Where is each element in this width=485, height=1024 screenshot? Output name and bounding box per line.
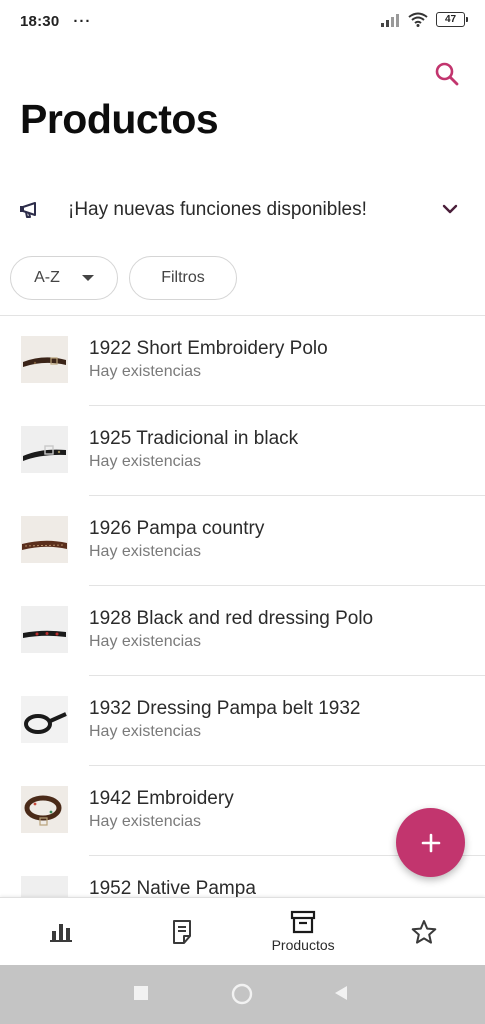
product-item[interactable]: 1932 Dressing Pampa belt 1932 Hay existe…	[0, 676, 485, 766]
nav-item-orders[interactable]	[121, 898, 242, 965]
nav-item-analytics[interactable]	[0, 898, 121, 965]
product-name: 1926 Pampa country	[89, 518, 265, 539]
product-name: 1932 Dressing Pampa belt 1932	[89, 698, 361, 719]
product-thumbnail	[21, 426, 68, 473]
system-navigation-bar	[0, 965, 485, 1024]
status-time: 18:30	[20, 12, 60, 30]
add-product-button[interactable]	[396, 808, 465, 877]
battery-icon: 47	[436, 12, 468, 27]
bar-chart-icon	[49, 923, 72, 942]
product-name: 1942 Embroidery	[89, 788, 234, 809]
product-name: 1952 Native Pampa	[89, 878, 256, 898]
status-more-dots: ···	[73, 12, 92, 30]
caret-down-icon	[81, 275, 94, 281]
home-icon[interactable]	[231, 983, 253, 1005]
wifi-icon	[408, 12, 428, 27]
back-icon[interactable]	[333, 985, 349, 1001]
search-icon	[435, 62, 459, 86]
plus-icon	[421, 833, 440, 852]
signal-icon	[381, 13, 399, 27]
new-features-banner[interactable]: ¡Hay nuevas funciones disponibles!	[0, 188, 485, 232]
product-name: 1925 Tradicional in black	[89, 428, 299, 449]
status-indicators: 47	[380, 12, 468, 27]
sort-chip-label: A-Z	[34, 269, 60, 286]
product-thumbnail	[21, 336, 68, 383]
product-name: 1928 Black and red dressing Polo	[89, 608, 374, 629]
product-thumbnail	[21, 606, 68, 653]
megaphone-icon	[20, 202, 36, 218]
product-stock-status: Hay existencias	[89, 363, 202, 380]
status-bar: 18:30 ··· 47	[0, 0, 485, 42]
product-stock-status: Hay existencias	[89, 543, 202, 560]
archive-box-icon	[291, 910, 316, 934]
nav-label-products: Productos	[271, 937, 335, 953]
product-stock-status: Hay existencias	[89, 813, 202, 830]
battery-level: 47	[444, 14, 457, 25]
chevron-down-icon[interactable]	[441, 200, 459, 218]
product-item[interactable]: 1928 Black and red dressing Polo Hay exi…	[0, 586, 485, 676]
sort-chip[interactable]: A-Z	[10, 256, 118, 300]
search-button[interactable]	[431, 58, 463, 90]
product-thumbnail	[21, 696, 68, 743]
product-name: 1922 Short Embroidery Polo	[89, 338, 328, 359]
nav-item-favorites[interactable]	[364, 898, 485, 965]
product-thumbnail	[21, 876, 68, 898]
bottom-navigation: Productos	[0, 897, 485, 965]
product-list[interactable]: 1922 Short Embroidery Polo Hay existenci…	[0, 316, 485, 898]
star-icon	[412, 919, 437, 944]
filter-chip[interactable]: Filtros	[129, 256, 237, 300]
recents-icon[interactable]	[133, 985, 149, 1001]
page-title: Productos	[20, 96, 219, 142]
product-stock-status: Hay existencias	[89, 453, 202, 470]
product-item[interactable]: 1922 Short Embroidery Polo Hay existenci…	[0, 316, 485, 406]
product-thumbnail	[21, 516, 68, 563]
product-item[interactable]: 1926 Pampa country Hay existencias	[0, 496, 485, 586]
product-thumbnail	[21, 786, 68, 833]
banner-text: ¡Hay nuevas funciones disponibles!	[68, 199, 367, 220]
product-item[interactable]: 1925 Tradicional in black Hay existencia…	[0, 406, 485, 496]
product-stock-status: Hay existencias	[89, 723, 202, 740]
filter-chip-label: Filtros	[161, 269, 205, 286]
document-icon	[172, 919, 191, 944]
product-stock-status: Hay existencias	[89, 633, 202, 650]
nav-item-products[interactable]: Productos	[243, 898, 364, 965]
